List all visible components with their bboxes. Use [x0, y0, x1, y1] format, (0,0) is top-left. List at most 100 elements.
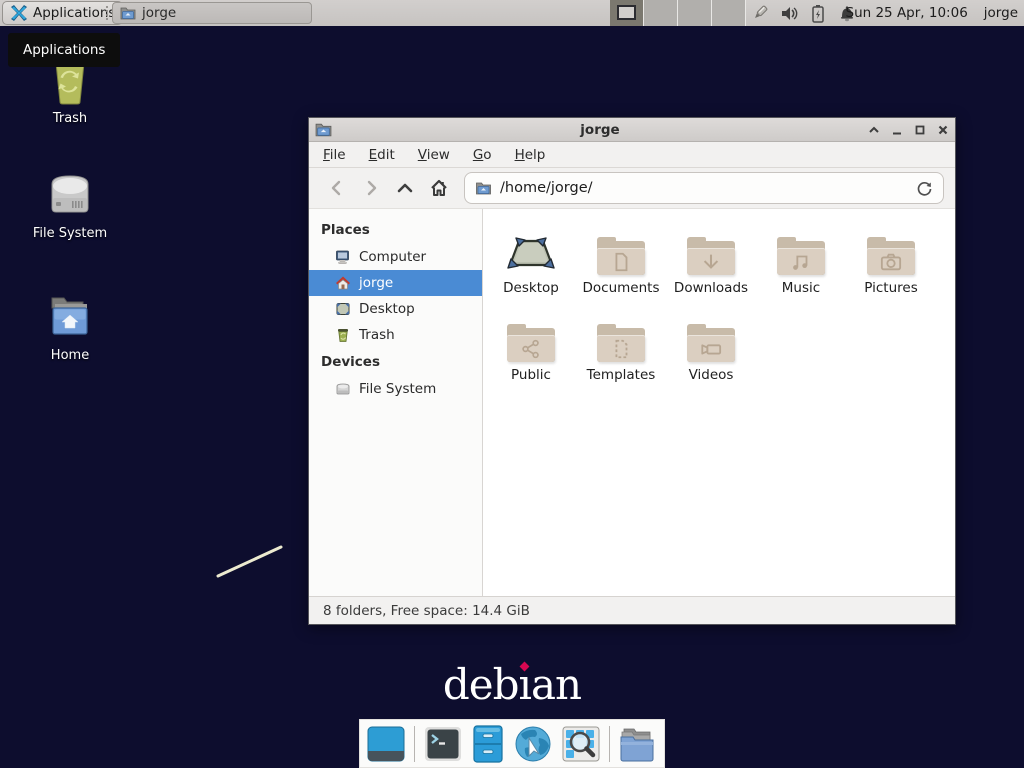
app-finder-icon: [561, 724, 601, 764]
directory-menu-button[interactable]: [618, 724, 658, 764]
folder-item-pictures[interactable]: Pictures: [846, 223, 936, 296]
minimize-button[interactable]: [891, 124, 903, 136]
status-text: 8 folders, Free space: 14.4 GiB: [323, 603, 530, 619]
sidebar-item-label: Trash: [359, 327, 395, 343]
workspace-2[interactable]: [644, 0, 678, 26]
sidebar-devices-header: Devices: [309, 348, 482, 376]
computer-icon: [335, 249, 351, 265]
template-emblem-icon: [610, 338, 632, 360]
workspace-3[interactable]: [678, 0, 712, 26]
location-bar[interactable]: /home/jorge/: [464, 172, 944, 204]
applications-tooltip: Applications: [8, 33, 120, 67]
folder-item-templates[interactable]: Templates: [576, 310, 666, 383]
share-emblem-icon: [520, 338, 542, 360]
sidebar-item-label: Computer: [359, 249, 426, 265]
window-folder-icon: [315, 122, 332, 137]
terminal-icon: [423, 725, 463, 763]
folder-item-documents[interactable]: Documents: [576, 223, 666, 296]
menu-file[interactable]: File: [323, 147, 346, 163]
shade-button[interactable]: [868, 124, 880, 136]
folder-window-icon: [120, 6, 136, 20]
sidebar-item-computer[interactable]: Computer: [309, 244, 482, 270]
download-emblem-icon: [700, 251, 722, 273]
workspace-4[interactable]: [712, 0, 746, 26]
file-cabinet-icon: [471, 724, 505, 764]
sidebar-item-label: Desktop: [359, 301, 415, 317]
document-emblem-icon: [610, 251, 632, 273]
top-panel: Applications jorge: [0, 0, 1024, 26]
menu-view[interactable]: View: [418, 147, 450, 163]
dock-separator: [609, 726, 610, 762]
folder-item-public[interactable]: Public: [486, 310, 576, 383]
taskbar-window-label: jorge: [142, 5, 176, 21]
menu-edit[interactable]: Edit: [369, 147, 395, 163]
home-folder-icon: [44, 290, 96, 342]
menu-help[interactable]: Help: [515, 147, 546, 163]
clock[interactable]: Sun 25 Apr, 10:06: [846, 5, 968, 21]
applications-menu-label: Applications: [33, 5, 115, 21]
debian-logo-text: deb: [443, 660, 519, 709]
show-desktop-icon: [366, 725, 406, 763]
trash-small-icon: [335, 327, 351, 343]
sidebar-item-desktop[interactable]: Desktop: [309, 296, 482, 322]
show-desktop-button[interactable]: [366, 724, 406, 764]
forward-button[interactable]: [354, 173, 388, 203]
desktop-icon-filesystem[interactable]: File System: [15, 168, 125, 241]
app-finder-launcher[interactable]: [561, 724, 601, 764]
folder-label: Public: [511, 367, 551, 383]
desktop-icon-label: Trash: [53, 111, 87, 126]
maximize-button[interactable]: [914, 124, 926, 136]
desktop-trapezoid-icon: [506, 233, 556, 275]
folder-item-music[interactable]: Music: [756, 223, 846, 296]
folder-label: Templates: [587, 367, 656, 383]
file-manager-window: jorge File Edit View Go Help: [308, 117, 956, 625]
debian-logo-text-2: an: [531, 660, 581, 709]
statusbar: 8 folders, Free space: 14.4 GiB: [309, 596, 955, 624]
system-tray: [750, 0, 857, 26]
taskbar-window-button[interactable]: jorge: [112, 2, 312, 24]
folder-item-desktop[interactable]: Desktop: [486, 223, 576, 296]
close-button[interactable]: [937, 124, 949, 136]
xfce-logo-icon: [10, 4, 28, 22]
up-button[interactable]: [388, 173, 422, 203]
folder-label: Desktop: [503, 280, 559, 296]
desktop-icon-label: File System: [33, 226, 107, 241]
video-emblem-icon: [699, 338, 723, 360]
stylus-tray-icon[interactable]: [750, 3, 770, 23]
sidebar-item-filesystem[interactable]: File System: [309, 376, 482, 402]
panel-grip[interactable]: [105, 5, 109, 21]
sidebar-places-header: Places: [309, 216, 482, 244]
folder-view[interactable]: Desktop Documents: [483, 209, 955, 596]
sidebar-item-home[interactable]: jorge: [309, 270, 482, 296]
web-browser-icon: [513, 724, 553, 764]
desktop-icon-home[interactable]: Home: [15, 290, 125, 363]
folder-item-downloads[interactable]: Downloads: [666, 223, 756, 296]
volume-icon[interactable]: [779, 3, 799, 23]
battery-charging-icon[interactable]: [808, 3, 828, 23]
sidebar-item-trash[interactable]: Trash: [309, 322, 482, 348]
web-browser-launcher[interactable]: [513, 724, 553, 764]
reload-icon[interactable]: [916, 180, 933, 197]
menu-go[interactable]: Go: [473, 147, 492, 163]
workspace-1[interactable]: [610, 0, 644, 26]
location-folder-icon: [475, 181, 492, 195]
dock-separator: [414, 726, 415, 762]
desktop-icon: [335, 301, 351, 317]
music-emblem-icon: [790, 251, 812, 273]
panel-username[interactable]: jorge: [984, 5, 1018, 21]
home-button[interactable]: [422, 173, 456, 203]
camera-emblem-icon: [879, 251, 903, 273]
folder-item-videos[interactable]: Videos: [666, 310, 756, 383]
file-manager-launcher[interactable]: [471, 724, 505, 764]
folder-label: Documents: [583, 280, 660, 296]
location-path[interactable]: /home/jorge/: [500, 180, 908, 196]
toolbar: /home/jorge/: [309, 168, 955, 209]
sidebar-item-label: File System: [359, 381, 436, 397]
debian-logo: debıan: [412, 660, 612, 709]
folder-label: Videos: [689, 367, 734, 383]
terminal-launcher[interactable]: [423, 724, 463, 764]
user-home-icon: [335, 275, 351, 291]
back-button[interactable]: [320, 173, 354, 203]
dock-panel: [359, 719, 665, 768]
titlebar[interactable]: jorge: [309, 118, 955, 142]
